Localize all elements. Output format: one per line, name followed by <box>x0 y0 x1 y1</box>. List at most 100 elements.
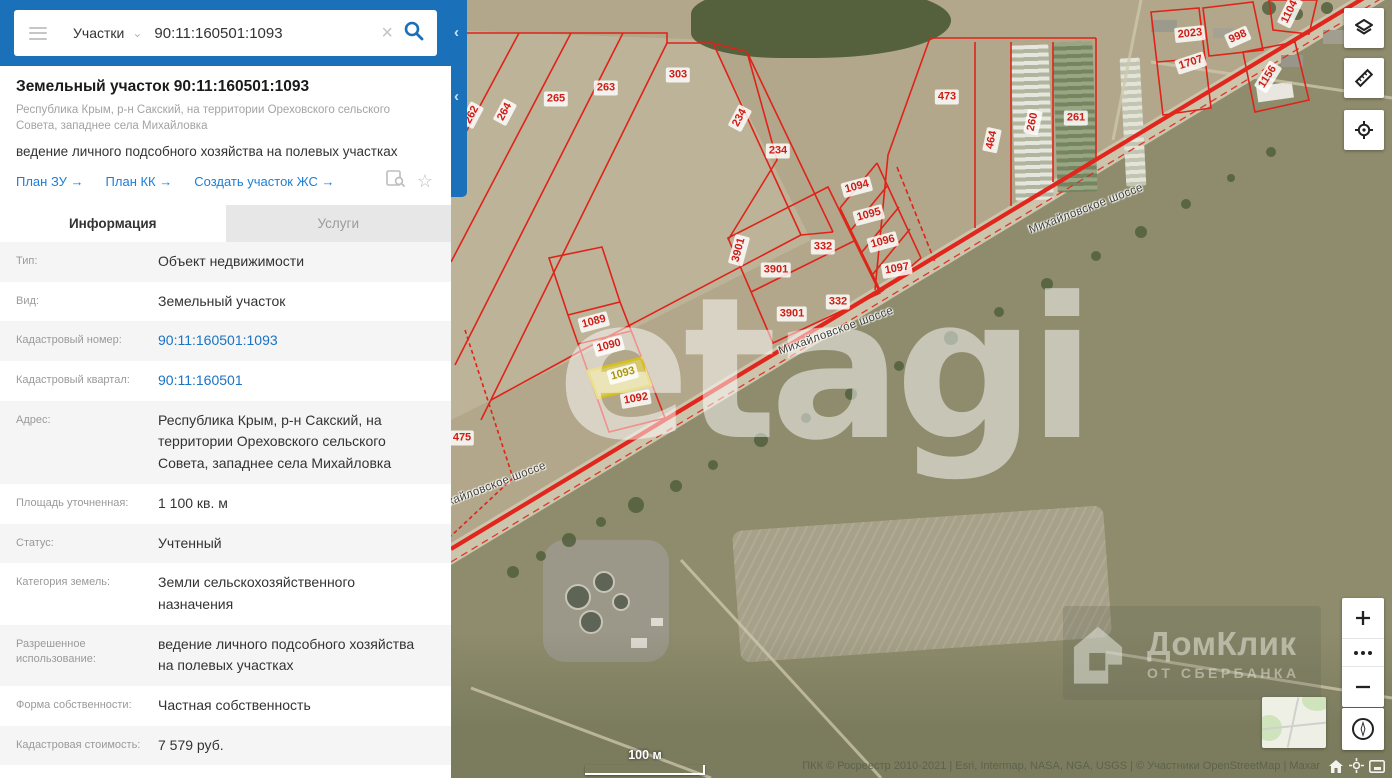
coordinates-button[interactable] <box>1344 110 1384 150</box>
search-category-dropdown[interactable]: Участки <box>73 25 124 41</box>
parcel-label[interactable]: 1092 <box>619 388 653 410</box>
parcel-label[interactable]: 2023 <box>1174 24 1206 44</box>
search-box: Участки ⌄ × <box>14 10 437 56</box>
object-title: Земельный участок 90:11:160501:1093 <box>16 78 310 95</box>
parcel-label[interactable]: 265 <box>543 91 569 107</box>
map-canvas[interactable]: etagi ДомКлик ОТ СБЕРБАНКА 262 264 265 2… <box>451 0 1392 778</box>
zoom-out-button[interactable] <box>1342 666 1384 707</box>
parcel-label[interactable]: 1156 <box>1253 60 1283 94</box>
info-row-cadastral-number: Кадастровый номер: 90:11:160501:1093 <box>0 321 451 362</box>
parcel-label[interactable]: 1090 <box>592 334 626 358</box>
measure-button[interactable] <box>1344 58 1384 98</box>
doc-search-icon <box>386 170 405 187</box>
info-row-value: Частная собственность <box>158 696 311 713</box>
info-row-label: Статус: <box>16 536 54 549</box>
object-address-subtitle: Республика Крым, р-н Сакский, на террито… <box>16 104 391 132</box>
info-row-permitted-use: Разрешенное использование: ведение лично… <box>0 624 451 686</box>
layers-button[interactable] <box>1344 8 1384 48</box>
scale-line <box>585 765 705 775</box>
menu-hamburger-icon[interactable] <box>29 26 47 40</box>
zoom-level-button[interactable] <box>1342 638 1384 666</box>
parcel-label[interactable]: 464 <box>982 126 1002 154</box>
scale-bar: 100 м <box>585 748 705 775</box>
compass-icon <box>1352 718 1374 740</box>
info-row-label: Площадь уточненная: <box>16 496 129 509</box>
search-header: Участки ⌄ × <box>0 0 451 66</box>
info-row-address: Адрес: Республика Крым, р-н Сакский, на … <box>0 400 451 484</box>
parcel-label[interactable]: 332 <box>810 239 836 255</box>
parcel-label[interactable]: 261 <box>1063 110 1089 126</box>
object-usage-text: ведение личного подсобного хозяйства на … <box>16 144 398 160</box>
selected-parcel-label[interactable]: 1093 <box>606 362 640 386</box>
compass-button[interactable] <box>1342 708 1384 750</box>
favorite-star-icon[interactable]: ☆ <box>417 171 433 192</box>
parcel-label[interactable]: 3901 <box>776 306 808 322</box>
minimap-green-area <box>1302 697 1326 711</box>
info-row-value: Земли сельскохозяйственного назначения <box>158 574 356 612</box>
home-icon[interactable] <box>1329 760 1343 773</box>
search-input[interactable] <box>152 23 374 43</box>
collapse-chevron-icon: ‹ <box>454 24 459 41</box>
parcel-label[interactable]: 1097 <box>880 258 914 280</box>
preview-document-icon[interactable] <box>386 170 405 192</box>
info-row-label: Кадастровый квартал: <box>16 374 130 387</box>
parcel-label[interactable]: 1095 <box>852 203 886 227</box>
info-table: Тип: Объект недвижимости Вид: Земельный … <box>0 242 451 778</box>
parcel-label[interactable]: 263 <box>593 80 619 96</box>
overview-minimap[interactable] <box>1262 697 1326 748</box>
info-row-label: Категория земель: <box>16 576 111 589</box>
info-row-determination-date: дата определения: 15.03.2018 <box>0 765 451 778</box>
clear-search-icon[interactable]: × <box>381 23 393 43</box>
info-row-status: Статус: Учтенный <box>0 523 451 564</box>
minimap-road <box>1286 697 1300 748</box>
parcel-label[interactable]: 1104 <box>1276 0 1304 29</box>
plan-kk-link[interactable]: План КК → <box>106 174 173 189</box>
parcel-label[interactable]: 1707 <box>1174 51 1208 75</box>
parcel-label[interactable]: 3901 <box>727 233 751 267</box>
tab-services[interactable]: Услуги <box>225 205 451 243</box>
cadastral-number-link[interactable]: 90:11:160501:1093 <box>158 330 278 352</box>
info-row-area: Площадь уточненная: 1 100 кв. м <box>0 484 451 524</box>
info-row-kind: Вид: Земельный участок <box>0 282 451 322</box>
map-attribution: ПКК © Росреестр 2010-2021 | Esri, Interm… <box>802 760 1320 772</box>
info-row-label: Тип: <box>16 255 38 268</box>
panel-collapse-tab[interactable]: ‹ ‹ <box>451 0 467 197</box>
cadastral-block-link[interactable]: 90:11:160501 <box>158 370 243 392</box>
target-icon <box>1355 121 1373 139</box>
minus-icon <box>1356 685 1370 689</box>
locate-icon[interactable] <box>1349 758 1364 773</box>
info-row-label: Разрешенное использование: <box>16 637 96 665</box>
plan-zu-link[interactable]: План ЗУ → <box>16 174 84 189</box>
info-row-ownership: Форма собственности: Частная собственнос… <box>0 686 451 726</box>
parcel-label[interactable]: 260 <box>1023 108 1043 136</box>
parcel-label[interactable]: 1089 <box>577 310 611 334</box>
parcel-label[interactable]: 475 <box>451 430 475 446</box>
search-submit-button[interactable] <box>403 20 425 47</box>
parcel-label[interactable]: 3901 <box>760 262 792 278</box>
parcel-label[interactable]: 473 <box>934 89 960 105</box>
object-action-links: План ЗУ → План КК → Создать участок ЖС →… <box>16 170 433 192</box>
tab-information[interactable]: Информация <box>0 205 226 243</box>
search-icon <box>404 21 424 40</box>
parcel-label[interactable]: 234 <box>727 103 753 133</box>
parcel-label[interactable]: 998 <box>1223 25 1253 49</box>
zoom-in-button[interactable] <box>1342 598 1384 638</box>
info-row-label: Форма собственности: <box>16 698 132 711</box>
info-panel: Участки ⌄ × Земельный участок 90:11:1605… <box>0 0 451 778</box>
parcel-label[interactable]: 234 <box>765 143 791 159</box>
parcel-label[interactable]: 303 <box>665 67 691 83</box>
parcel-label[interactable]: 1096 <box>866 230 900 254</box>
parcel-label[interactable]: 1094 <box>840 175 874 199</box>
info-row-value: Республика Крым, р-н Сакский, на террито… <box>158 411 392 472</box>
info-row-cadastral-block: Кадастровый квартал: 90:11:160501 <box>0 361 451 401</box>
parcel-labels-layer: 262 264 265 263 303 234 234 473 464 260 … <box>451 0 1392 778</box>
info-row-label: Вид: <box>16 294 39 307</box>
ellipsis-icon <box>1354 650 1372 655</box>
info-row-value: Учтенный <box>158 534 222 551</box>
fullscreen-icon[interactable] <box>1369 760 1385 773</box>
parcel-label[interactable]: 332 <box>825 294 851 310</box>
panel-tabs: Информация Услуги <box>0 205 451 243</box>
parcel-label[interactable]: 264 <box>492 97 518 127</box>
create-zhs-link[interactable]: Создать участок ЖС → <box>194 174 334 189</box>
plus-icon <box>1356 611 1370 625</box>
